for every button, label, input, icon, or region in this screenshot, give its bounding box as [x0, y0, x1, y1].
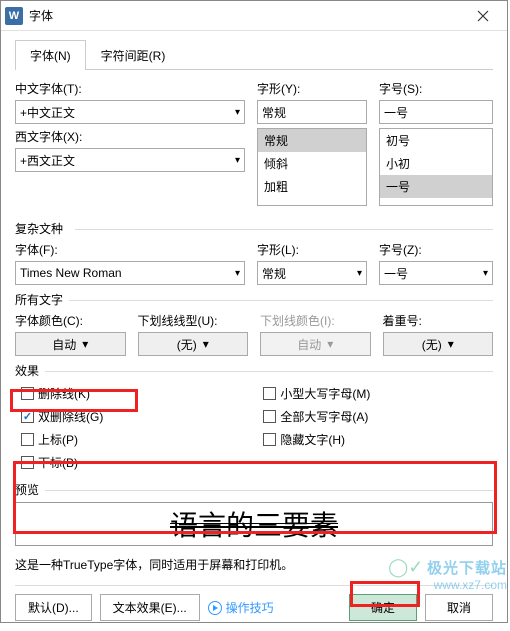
list-item[interactable]: 加粗: [258, 175, 366, 198]
group-preview: 预览: [15, 481, 493, 498]
group-all-text: 所有文字: [15, 291, 493, 308]
label-underline-color: 下划线颜色(I):: [260, 312, 371, 329]
style-listbox[interactable]: 常规 倾斜 加粗: [257, 128, 367, 206]
font-description: 这是一种TrueType字体，同时适用于屏幕和打印机。: [15, 556, 493, 573]
preview-box: 语言的三要素: [15, 502, 493, 546]
checkbox-strikethrough[interactable]: 删除线(K): [21, 385, 103, 402]
list-item[interactable]: 常规: [258, 129, 366, 152]
complex-style-select[interactable]: 常规: [257, 261, 367, 285]
chinese-font-select[interactable]: +中文正文: [15, 100, 245, 124]
label-western-font: 西文字体(X):: [15, 128, 245, 145]
group-effects: 效果: [15, 362, 493, 379]
emphasis-button[interactable]: (无) ▾: [383, 332, 494, 356]
size-listbox[interactable]: 初号 小初 一号: [379, 128, 493, 206]
underline-style-button[interactable]: (无) ▾: [138, 332, 249, 356]
label-font-color: 字体颜色(C):: [15, 312, 126, 329]
checkbox-subscript[interactable]: 下标(B): [21, 454, 103, 471]
checkbox-superscript[interactable]: 上标(P): [21, 431, 103, 448]
tab-bar: 字体(N) 字符间距(R): [15, 39, 493, 70]
preview-text: 语言的三要素: [170, 504, 338, 544]
complex-font-select[interactable]: Times New Roman: [15, 261, 245, 285]
title-bar: W 字体: [1, 1, 507, 31]
group-complex: 复杂文种: [15, 220, 493, 237]
cancel-button[interactable]: 取消: [425, 594, 493, 621]
dialog-title: 字体: [29, 7, 463, 24]
list-item[interactable]: 小初: [380, 152, 492, 175]
label-chinese-font: 中文字体(T):: [15, 80, 245, 97]
app-icon: W: [5, 7, 23, 25]
checkbox-small-caps[interactable]: 小型大写字母(M): [263, 385, 370, 402]
close-button[interactable]: [463, 2, 503, 30]
label-emphasis: 着重号:: [383, 312, 494, 329]
font-color-button[interactable]: 自动 ▾: [15, 332, 126, 356]
ok-button[interactable]: 确定: [349, 594, 417, 621]
western-font-select[interactable]: +西文正文: [15, 148, 245, 172]
close-icon: [477, 10, 489, 22]
checkbox-all-caps[interactable]: 全部大写字母(A): [263, 408, 370, 425]
checkbox-double-strike[interactable]: 双删除线(G): [21, 408, 103, 425]
size-input[interactable]: [379, 100, 493, 124]
label-style: 字形(Y):: [257, 80, 367, 97]
complex-size-select[interactable]: 一号: [379, 261, 493, 285]
tab-spacing[interactable]: 字符间距(R): [86, 40, 181, 70]
checkbox-hidden[interactable]: 隐藏文字(H): [263, 431, 370, 448]
default-button[interactable]: 默认(D)...: [15, 594, 92, 621]
list-item[interactable]: 一号: [380, 175, 492, 198]
tips-link[interactable]: 操作技巧: [208, 599, 274, 616]
list-item[interactable]: 倾斜: [258, 152, 366, 175]
label-complex-font: 字体(F):: [15, 241, 245, 258]
list-item[interactable]: 初号: [380, 129, 492, 152]
label-underline-style: 下划线线型(U):: [138, 312, 249, 329]
tab-font[interactable]: 字体(N): [15, 40, 86, 70]
style-input[interactable]: [257, 100, 367, 124]
label-size: 字号(S):: [379, 80, 493, 97]
text-effects-button[interactable]: 文本效果(E)...: [100, 594, 200, 621]
play-icon: [208, 601, 222, 615]
underline-color-button: 自动 ▾: [260, 332, 371, 356]
label-complex-style: 字形(L):: [257, 241, 367, 258]
label-complex-size: 字号(Z):: [379, 241, 493, 258]
